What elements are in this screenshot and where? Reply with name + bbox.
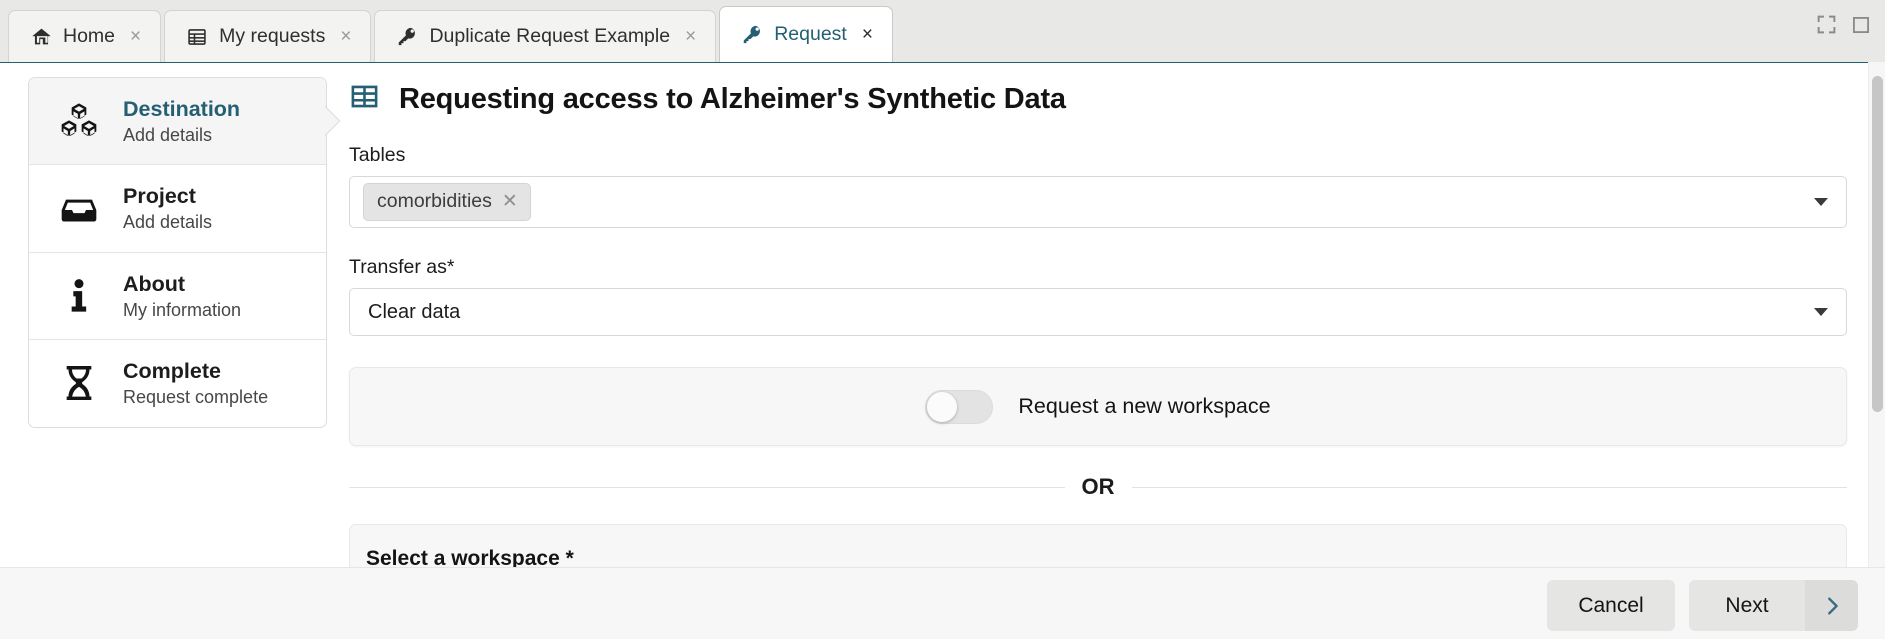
transfer-as-label: Transfer as*: [349, 256, 1850, 279]
tab-home[interactable]: Home ×: [8, 10, 162, 62]
vertical-scrollbar[interactable]: [1868, 62, 1885, 567]
sidebar-item-about[interactable]: About My information: [29, 252, 326, 341]
info-icon: [57, 274, 101, 318]
required-mark: *: [446, 256, 455, 278]
key-icon: [741, 24, 763, 46]
transfer-as-value: Clear data: [368, 300, 461, 323]
sidebar-item-destination[interactable]: Destination Add details: [29, 78, 326, 166]
fullscreen-icon[interactable]: [1816, 14, 1837, 40]
tab-label: Home: [63, 24, 116, 47]
window-controls: [1816, 14, 1871, 40]
request-new-workspace-label: Request a new workspace: [1018, 394, 1271, 418]
wizard-sidebar: Destination Add details Project Add deta…: [28, 77, 327, 428]
sidebar-item-text: Project Add details: [123, 184, 212, 232]
sidebar-item-subtitle: My information: [123, 299, 242, 320]
close-icon[interactable]: ×: [685, 27, 696, 46]
next-button[interactable]: Next: [1689, 580, 1805, 631]
cubes-icon: [57, 99, 101, 143]
sidebar-item-title: About: [123, 271, 186, 296]
tab-bar: Home × My requests × Duplicate Request E…: [0, 0, 1885, 62]
close-icon[interactable]: ×: [340, 27, 351, 46]
chip-label: comorbidities: [377, 190, 492, 212]
window-bottom-strip: [0, 639, 1885, 643]
request-form: Requesting access to Alzheimer's Synthet…: [349, 81, 1850, 614]
sidebar-item-title: Destination: [123, 97, 241, 121]
cancel-button[interactable]: Cancel: [1547, 580, 1675, 631]
toggle-knob: [927, 391, 958, 422]
tables-select[interactable]: comorbidities ✕: [349, 176, 1847, 228]
request-new-workspace-card: Request a new workspace: [349, 367, 1847, 446]
tab-my-requests[interactable]: My requests ×: [164, 10, 372, 62]
or-divider-text: OR: [1081, 474, 1115, 499]
close-icon[interactable]: ×: [130, 27, 141, 46]
request-new-workspace-toggle[interactable]: [925, 389, 994, 424]
tab-request[interactable]: Request ×: [719, 6, 893, 62]
sidebar-item-subtitle: Request complete: [123, 386, 269, 407]
application-window: Home × My requests × Duplicate Request E…: [0, 0, 1885, 643]
sidebar-item-subtitle: Add details: [123, 212, 213, 233]
chevron-down-icon[interactable]: [1814, 198, 1828, 206]
inbox-icon: [57, 187, 101, 231]
sidebar-item-text: Destination Add details: [123, 97, 240, 145]
form-footer: Cancel Next: [0, 567, 1885, 643]
home-icon: [30, 26, 52, 48]
page-title-row: Requesting access to Alzheimer's Synthet…: [349, 81, 1850, 117]
chevron-right-icon[interactable]: [1805, 580, 1858, 631]
next-button-group: Next: [1689, 580, 1858, 631]
chevron-down-icon[interactable]: [1814, 308, 1828, 316]
sidebar-item-complete[interactable]: Complete Request complete: [29, 340, 326, 427]
content-area: Destination Add details Project Add deta…: [0, 62, 1885, 614]
sidebar-item-subtitle: Add details: [123, 124, 213, 145]
tab-label: Duplicate Request Example: [429, 24, 671, 47]
restore-window-icon[interactable]: [1851, 15, 1871, 40]
tables-label: Tables: [349, 144, 406, 166]
sidebar-item-title: Complete: [123, 359, 221, 384]
table-chip-comorbidities[interactable]: comorbidities ✕: [363, 183, 531, 221]
sidebar-item-title: Project: [123, 184, 196, 209]
divider-line-left: [349, 486, 1065, 488]
transfer-as-select[interactable]: Clear data: [349, 288, 1847, 336]
or-divider: OR: [349, 474, 1847, 500]
hourglass-icon: [57, 361, 101, 405]
table-list-icon: [186, 26, 208, 48]
chip-remove-icon[interactable]: ✕: [502, 192, 518, 211]
tab-label: Request: [774, 22, 847, 45]
tab-duplicate-request-example[interactable]: Duplicate Request Example ×: [374, 10, 717, 62]
key-icon: [396, 26, 418, 48]
page-title: Requesting access to Alzheimer's Synthet…: [399, 82, 1066, 115]
divider-line-right: [1131, 486, 1847, 488]
sidebar-item-project[interactable]: Project Add details: [29, 165, 326, 253]
table-grid-icon: [349, 81, 380, 117]
transfer-as-label-text: Transfer as: [349, 256, 447, 278]
scrollbar-thumb[interactable]: [1872, 76, 1883, 412]
sidebar-item-text: Complete Request complete: [123, 359, 268, 407]
sidebar-item-text: About My information: [123, 272, 241, 320]
tab-label: My requests: [219, 24, 326, 47]
close-icon[interactable]: ×: [862, 25, 873, 44]
